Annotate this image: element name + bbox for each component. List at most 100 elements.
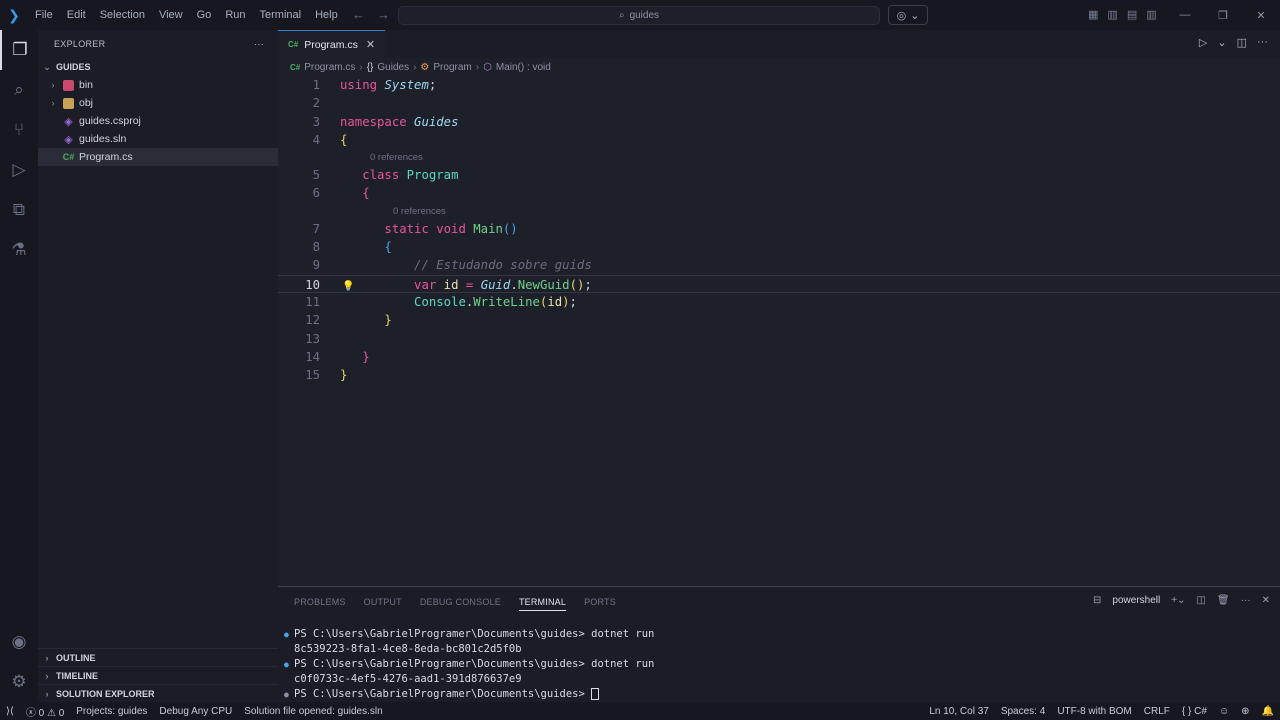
codelens[interactable]: 0 references — [278, 203, 1280, 220]
terminal-line: c0f0733c-4ef5-4276-aad1-391d876637e9 — [294, 673, 522, 685]
code-line: 9 // Estudando sobre guids — [312, 258, 592, 273]
tab-terminal[interactable]: TERMINAL — [518, 597, 567, 611]
cursor-position[interactable]: Ln 10, Col 37 — [929, 706, 989, 717]
terminal-icon: ⊟ — [1093, 595, 1102, 606]
settings-gear-icon[interactable]: ⚙ — [0, 662, 38, 702]
problems-status[interactable]: ⓧ 0 ⚠ 0 — [26, 704, 64, 719]
chevron-right-icon: › — [45, 670, 49, 681]
restore-button[interactable]: ❐ — [1204, 0, 1242, 30]
end-of-line[interactable]: CRLF — [1144, 706, 1170, 717]
new-terminal-icon[interactable]: +⌄ — [1171, 595, 1185, 606]
tree-item-program-cs[interactable]: C# Program.cs — [38, 148, 278, 166]
menu-help[interactable]: Help — [308, 0, 345, 30]
solution-status[interactable]: Solution file opened: guides.sln — [244, 706, 382, 717]
toggle-panel-icon[interactable]: ▤ — [1127, 0, 1137, 30]
close-window-button[interactable]: ✕ — [1242, 0, 1280, 30]
workspace-root[interactable]: ⌄ GUIDES — [38, 58, 278, 76]
tree-item-obj[interactable]: › obj — [38, 94, 278, 112]
menu-terminal[interactable]: Terminal — [253, 0, 309, 30]
extensions-icon[interactable]: ⧉ — [0, 190, 38, 230]
forward-arrow-icon[interactable]: → — [377, 0, 390, 30]
shell-name[interactable]: powershell — [1112, 595, 1160, 606]
language-mode[interactable]: { } C# — [1182, 706, 1207, 717]
codelens[interactable]: 0 references — [278, 149, 1280, 166]
menu-run[interactable]: Run — [218, 0, 252, 30]
tree-item-sln[interactable]: ◈ guides.sln — [38, 130, 278, 148]
minimize-button[interactable]: — — [1166, 0, 1204, 30]
copilot-status-icon[interactable]: ☺ — [1219, 706, 1229, 717]
error-icon: ⓧ — [25, 707, 36, 719]
search-view-icon[interactable]: ⌕ — [0, 70, 38, 110]
projects-status[interactable]: Projects: guides — [76, 706, 147, 717]
run-icon[interactable]: ▷ — [1199, 36, 1207, 49]
split-editor-icon[interactable]: ◫ — [1237, 36, 1247, 49]
command-center-search[interactable]: ⌕ guides — [398, 6, 880, 25]
activity-bar: ❐ ⌕ ⑂ ▷ ⧉ ⚗ ◉ ⚙ — [0, 30, 38, 702]
chevron-right-icon: › — [475, 61, 480, 73]
terminal-line: ● PS C:\Users\GabrielProgramer\Documents\… — [284, 628, 655, 640]
menu-go[interactable]: Go — [190, 0, 219, 30]
namespace-icon: {} — [366, 61, 374, 73]
braces-icon: { } — [1181, 705, 1192, 717]
notifications-bell-icon[interactable]: 🔔 — [1262, 706, 1274, 717]
code-line: 5 class Program — [312, 168, 459, 183]
code-line: 14 } — [305, 349, 370, 364]
breadcrumb-file[interactable]: Program.cs — [304, 62, 355, 73]
tab-output[interactable]: OUTPUT — [364, 597, 402, 607]
command-center-label: guides — [629, 10, 660, 21]
tab-program-cs[interactable]: C# Program.cs ✕ — [278, 30, 386, 58]
indentation[interactable]: Spaces: 4 — [1001, 706, 1045, 717]
code-line: 7 static void Main() — [312, 221, 518, 236]
close-panel-icon[interactable]: ✕ — [1262, 595, 1270, 606]
code-line: 13 — [305, 331, 320, 346]
timeline-section[interactable]: › TIMELINE — [38, 666, 278, 684]
customize-layout-icon[interactable]: ▦ — [1088, 0, 1098, 30]
menu-edit[interactable]: Edit — [60, 0, 93, 30]
explorer-title: EXPLORER — [54, 39, 106, 49]
tree-item-csproj[interactable]: ◈ guides.csproj — [38, 112, 278, 130]
feedback-icon[interactable]: ⊕ — [1241, 706, 1249, 717]
command-decoration-icon: ● — [284, 660, 289, 669]
menu-selection[interactable]: Selection — [93, 0, 152, 30]
breadcrumb-class[interactable]: Program — [433, 62, 471, 73]
debug-config-status[interactable]: Debug Any CPU — [159, 706, 232, 717]
terminal-line: 8c539223-8fa1-4ce8-8eda-bc801c2d5f0b — [294, 643, 522, 655]
explorer-icon[interactable]: ❐ — [0, 30, 38, 70]
remote-icon[interactable]: ⟩⟨ — [6, 706, 14, 717]
terminal-output[interactable]: ● PS C:\Users\GabrielProgramer\Documents\… — [278, 627, 1280, 702]
source-control-icon[interactable]: ⑂ — [0, 110, 38, 150]
chevron-down-icon[interactable]: ⌄ — [1217, 36, 1226, 49]
more-actions-icon[interactable]: ··· — [1257, 36, 1268, 49]
section-label: SOLUTION EXPLORER — [56, 688, 155, 699]
copilot-button[interactable]: ◎ ⌄ — [888, 5, 928, 25]
menu-view[interactable]: View — [152, 0, 190, 30]
close-tab-icon[interactable]: ✕ — [366, 38, 375, 51]
tab-problems[interactable]: PROBLEMS — [294, 597, 346, 607]
code-editor[interactable]: 1 using System; 2 3 namespace Guides 4{ 0 … — [278, 76, 1280, 384]
testing-icon[interactable]: ⚗ — [0, 230, 38, 270]
csharp-file-icon: C# — [62, 152, 75, 162]
back-arrow-icon[interactable]: ← — [352, 0, 365, 30]
run-debug-icon[interactable]: ▷ — [0, 150, 38, 190]
outline-section[interactable]: › OUTLINE — [38, 648, 278, 666]
toggle-secondary-sidebar-icon[interactable]: ▥ — [1146, 0, 1156, 30]
tab-ports[interactable]: PORTS — [584, 597, 616, 607]
split-terminal-icon[interactable]: ◫ — [1196, 595, 1205, 606]
tab-debug-console[interactable]: DEBUG CONSOLE — [420, 597, 501, 607]
tree-item-bin[interactable]: › bin — [38, 76, 278, 94]
solution-explorer-section[interactable]: › SOLUTION EXPLORER — [38, 684, 278, 702]
encoding[interactable]: UTF-8 with BOM — [1057, 706, 1131, 717]
command-decoration-icon: ● — [284, 690, 289, 699]
csproj-file-icon: ◈ — [64, 115, 73, 128]
breadcrumb-method[interactable]: Main() : void — [496, 62, 551, 73]
more-actions-icon[interactable]: ··· — [254, 39, 264, 49]
breadcrumb-namespace[interactable]: Guides — [377, 62, 409, 73]
kill-terminal-icon[interactable]: 🗑 — [1217, 595, 1230, 606]
bottom-panel: PROBLEMS OUTPUT DEBUG CONSOLE TERMINAL P… — [278, 586, 1280, 702]
chevron-down-icon: ⌄ — [910, 9, 920, 22]
code-line: 12 } — [305, 313, 392, 328]
menu-file[interactable]: File — [28, 0, 60, 30]
account-icon[interactable]: ◉ — [0, 622, 38, 662]
more-actions-icon[interactable]: ··· — [1241, 595, 1251, 606]
toggle-sidebar-icon[interactable]: ▥ — [1107, 0, 1117, 30]
